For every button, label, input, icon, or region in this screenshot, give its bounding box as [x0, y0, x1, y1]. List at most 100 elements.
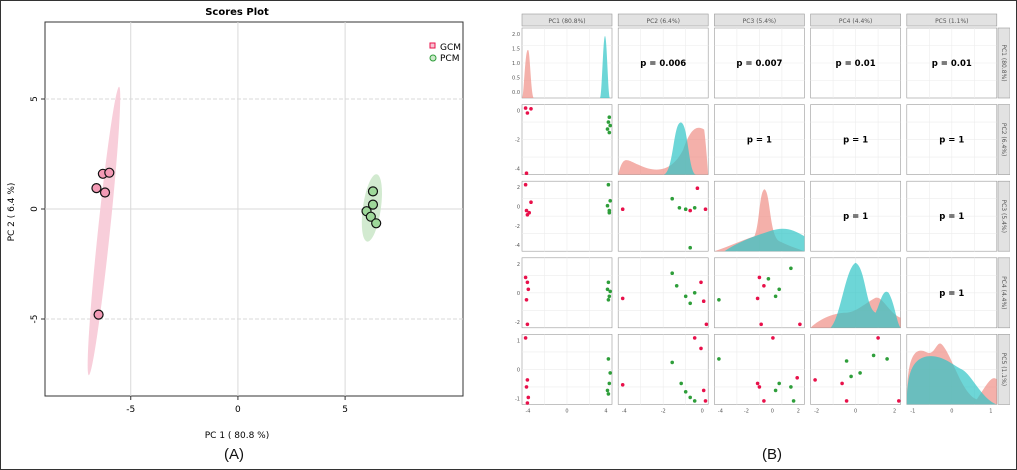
pair-point-pcm	[606, 120, 611, 124]
point-gcm	[99, 187, 111, 198]
legend-pcm-label: PCM	[440, 54, 459, 64]
pair-point-pcm	[844, 359, 849, 363]
pair-point-gcm	[525, 401, 530, 405]
panel-a-label: (A)	[224, 446, 244, 463]
pair-point-pcm	[849, 374, 853, 379]
p-value: p = 1	[939, 136, 964, 146]
pair-point-gcm	[688, 208, 692, 213]
pair-x-tick: -4	[622, 408, 627, 414]
pair-y-tick: 1.0	[512, 61, 520, 67]
x-tick-label: 5	[342, 405, 348, 415]
pair-point-gcm	[762, 399, 766, 403]
legend-gcm-marker	[429, 42, 436, 49]
legend-pcm-marker	[429, 54, 437, 62]
point-gcm	[93, 309, 104, 320]
pair-x-tick: 4	[604, 408, 607, 414]
pair-point-pcm	[606, 298, 611, 302]
pair-point-gcm	[529, 107, 533, 111]
strip-right-label: PC3 (5.4%)	[1000, 199, 1007, 232]
y-axis-label: PC 2 ( 6.4 %)	[7, 183, 17, 242]
pair-point-pcm	[605, 203, 610, 208]
pair-point-gcm	[620, 383, 625, 387]
pair-point-gcm	[701, 388, 706, 393]
pair-x-tick: 0	[701, 408, 704, 414]
pair-point-gcm	[844, 399, 849, 403]
pair-point-pcm	[674, 284, 679, 288]
legend-gcm-label: GCM	[440, 43, 461, 53]
pair-point-pcm	[791, 399, 796, 403]
pair-y-tick: -4	[515, 167, 520, 173]
pair-point-gcm	[813, 378, 817, 382]
pair-x-tick: 2	[797, 408, 800, 414]
pair-point-pcm	[670, 196, 674, 201]
x-tick-label: -5	[126, 405, 135, 415]
pair-point-gcm	[525, 111, 530, 115]
pair-point-gcm	[525, 378, 530, 382]
pair-point-gcm	[525, 280, 530, 285]
pair-point-pcm	[607, 115, 612, 119]
pair-y-tick: -2	[515, 224, 520, 230]
pair-x-tick: 0	[950, 408, 953, 414]
pair-x-tick: 0	[565, 408, 568, 414]
pair-y-tick: 0.5	[512, 76, 520, 82]
pair-point-pcm	[773, 294, 778, 299]
pair-point-gcm	[692, 336, 697, 340]
pair-x-tick: -2	[814, 408, 819, 414]
pair-point-pcm	[777, 381, 781, 386]
pair-x-tick: 2	[893, 408, 896, 414]
scores-plot-title: Scores Plot	[205, 7, 269, 18]
pair-point-gcm	[759, 322, 763, 327]
pair-point-pcm	[608, 289, 612, 294]
pair-y-tick: -4	[515, 243, 520, 249]
pair-point-gcm	[526, 395, 531, 400]
pair-point-pcm	[717, 298, 721, 302]
strip-top-label: PC3 (5.4%)	[743, 18, 776, 25]
pair-point-gcm	[755, 296, 760, 301]
p-value: p = 1	[747, 136, 772, 146]
point-pcm	[367, 199, 379, 210]
pair-point-gcm	[795, 376, 799, 380]
x-axis-ticks: -5 0 5	[126, 396, 348, 415]
pair-point-gcm	[620, 207, 625, 211]
pair-y-tick: 2.0	[512, 32, 520, 38]
p-value: p = 1	[843, 136, 868, 146]
pair-point-gcm	[876, 336, 880, 340]
p-value: p = 0.006	[640, 59, 686, 69]
strip-right-label: PC2 (6.4%)	[1000, 123, 1007, 156]
p-value: p = 1	[939, 289, 964, 299]
pair-x-tick: -1	[910, 408, 915, 414]
pair-point-pcm	[607, 294, 612, 299]
pair-point-gcm	[529, 200, 533, 204]
strip-top-label: PC1 (80.8%)	[548, 18, 585, 25]
pair-point-gcm	[523, 106, 528, 110]
pair-point-gcm	[703, 399, 708, 403]
pair-point-gcm	[840, 381, 844, 386]
pair-point-pcm	[688, 245, 692, 250]
pairs-plot: PC1 (80.8%) PC2 (6.4%) PC3 (5.4%) PC4 (4.4%…	[512, 13, 1010, 414]
pair-point-gcm	[701, 299, 706, 304]
point-pcm	[371, 218, 382, 229]
pair-x-tick: -2	[661, 408, 666, 414]
pair-point-pcm	[607, 210, 612, 215]
p-value: p = 0.007	[736, 59, 782, 69]
pair-point-pcm	[607, 130, 612, 135]
pair-point-pcm	[670, 271, 674, 276]
pair-point-pcm	[692, 206, 697, 210]
pair-y-tick: 0	[517, 109, 520, 115]
pair-y-tick: -2	[515, 138, 520, 144]
strip-right-label: PC4 (4.4%)	[1000, 276, 1007, 309]
pair-point-gcm	[897, 399, 901, 403]
pair-point-pcm	[608, 371, 612, 375]
pair-y-tick: -2	[515, 320, 520, 326]
pair-point-gcm	[523, 336, 528, 340]
pair-y-tick: 1	[517, 338, 520, 344]
pair-point-gcm	[524, 171, 529, 175]
pair-point-gcm	[771, 336, 775, 340]
pair-point-gcm	[620, 296, 625, 301]
pair-x-tick: -4	[718, 408, 723, 414]
pair-point-pcm	[871, 353, 876, 358]
pair-y-tick: 0	[517, 291, 520, 297]
pair-y-tick: -1	[515, 396, 520, 402]
point-gcm	[91, 183, 102, 194]
pair-y-tick: 0	[517, 205, 520, 211]
